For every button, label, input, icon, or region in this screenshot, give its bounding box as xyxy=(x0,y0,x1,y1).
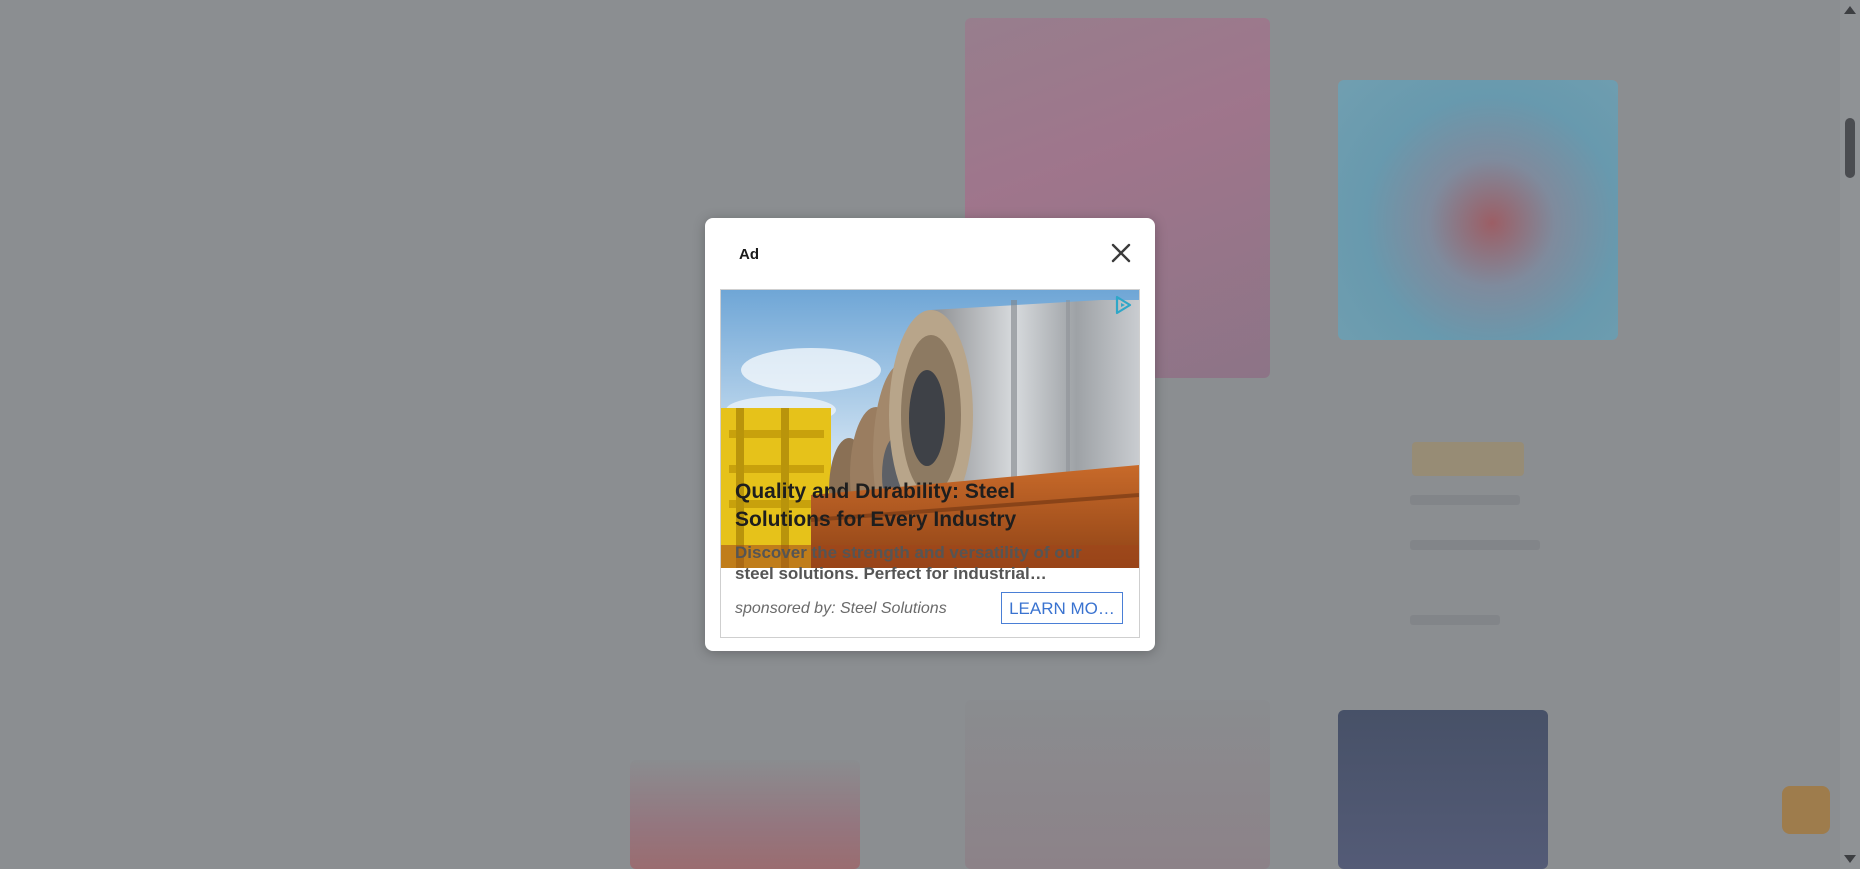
ad-modal: Ad Quality and Durability: Steel Solutio… xyxy=(705,218,1155,651)
product-card-image xyxy=(1338,80,1618,340)
close-icon xyxy=(1111,243,1131,263)
ad-headline[interactable]: Quality and Durability: Steel Solutions … xyxy=(735,478,1115,534)
product-card-image xyxy=(965,700,1270,869)
scroll-down-arrow-icon[interactable] xyxy=(1844,855,1856,863)
modal-title: Ad xyxy=(739,246,759,263)
product-badge xyxy=(1412,442,1524,476)
learn-more-button[interactable]: LEARN MO… xyxy=(1001,592,1123,624)
scroll-up-arrow-icon[interactable] xyxy=(1844,6,1856,14)
adchoices-icon[interactable] xyxy=(1111,293,1135,317)
scrollbar-thumb[interactable] xyxy=(1845,118,1855,178)
product-text-line xyxy=(1410,615,1500,625)
product-text-line xyxy=(1410,495,1520,505)
floating-action-button[interactable] xyxy=(1782,786,1830,834)
ad-description: Discover the strength and versatility of… xyxy=(735,543,1082,583)
ad-sponsor: sponsored by: Steel Solutions xyxy=(735,600,947,617)
close-button[interactable] xyxy=(1106,238,1136,268)
page-scrollbar[interactable] xyxy=(1840,0,1860,869)
product-text-line xyxy=(1410,540,1540,550)
product-card-image xyxy=(630,760,860,869)
product-card-image xyxy=(1338,710,1548,869)
ad-creative[interactable]: Quality and Durability: Steel Solutions … xyxy=(720,289,1140,638)
